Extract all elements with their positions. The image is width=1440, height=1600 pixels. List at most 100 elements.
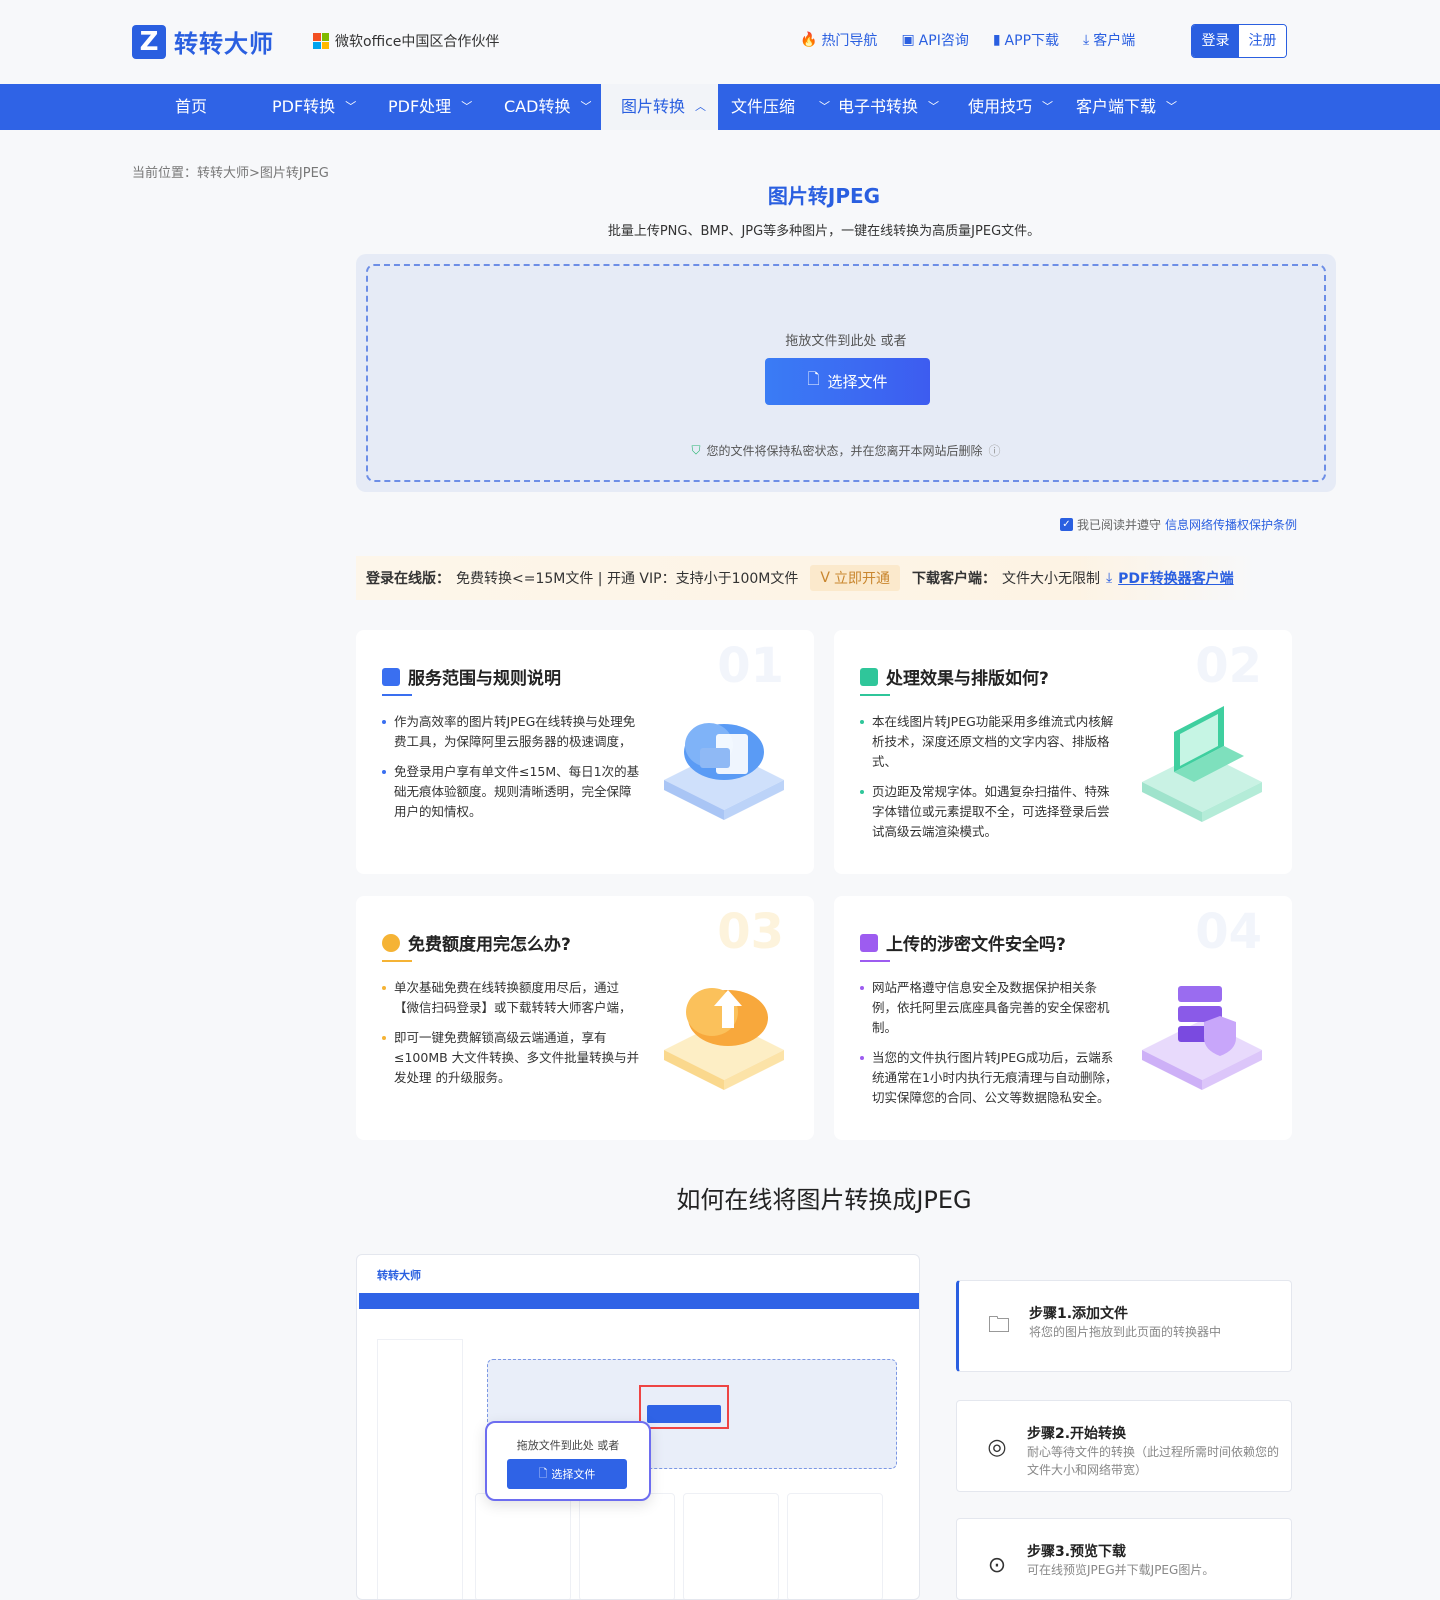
nav-pdf-convert[interactable]: PDF转换 ﹀ — [262, 84, 366, 130]
nav-file-compress[interactable]: 文件压缩 ﹀ — [721, 84, 840, 130]
chevron-down-icon: ﹀ — [580, 100, 592, 113]
card-title: 上传的涉密文件安全吗? — [860, 930, 1066, 955]
fire-icon: 🔥 — [800, 32, 818, 48]
howto-preview-image: 转转大师 拖放文件到此处 或者 🗋 选择文件 — [356, 1254, 920, 1600]
upload-area[interactable]: 拖放文件到此处 或者 🗋 选择文件 ⛉ 您的文件将保持私密状态，并在您离开本网站… — [356, 254, 1336, 492]
card-number: 04 — [1195, 904, 1262, 960]
nav-label: CAD转换 — [504, 97, 571, 116]
promo-text-client: 文件大小无限制 — [1001, 571, 1100, 587]
partner-badge: 微软office中国区合作伙伴 — [313, 31, 499, 51]
list-item: 本在线图片转JPEG功能采用多维流式内核解析技术，深度还原文档的文字内容、排版格… — [860, 712, 1120, 772]
nav-label: 客户端下载 — [1076, 97, 1157, 116]
card-title: 处理效果与排版如何? — [860, 664, 1049, 689]
agree-link[interactable]: 信息网络传播权保护条例 — [1165, 516, 1297, 533]
server-shield-illustration — [1132, 966, 1272, 1096]
promo-bar: 登录在线版： 免费转换<=15M文件 | 开通 VIP：支持小于100M文件 V… — [356, 556, 1256, 600]
card-list: 单次基础免费在线转换额度用尽后，通过【微信扫码登录】或下载转转大师客户端， 即可… — [382, 978, 642, 1098]
step-desc: 耐心等待文件的转换（此过程所需时间依赖您的文件大小和网络带宽） — [1027, 1445, 1280, 1477]
agree-text: 我已阅读并遵守 — [1077, 518, 1162, 532]
card-list: 本在线图片转JPEG功能采用多维流式内核解析技术，深度还原文档的文字内容、排版格… — [860, 712, 1120, 852]
site-logo[interactable]: Z 转转大师 — [132, 24, 274, 59]
nav-cad-convert[interactable]: CAD转换 ﹀ — [494, 84, 601, 130]
list-item: 免登录用户享有单文件≤15M、每日1次的基础无痕体验额度。规则清晰透明，完全保障… — [382, 762, 642, 822]
chevron-down-icon: ﹀ — [928, 100, 940, 113]
card-underline — [860, 960, 890, 962]
choose-file-button[interactable]: 🗋 选择文件 — [765, 358, 930, 405]
preview-card — [475, 1493, 571, 1599]
preview-card — [683, 1493, 779, 1599]
nav-tips[interactable]: 使用技巧 ﹀ — [958, 84, 1063, 130]
list-item: 单次基础免费在线转换额度用尽后，通过【微信扫码登录】或下载转转大师客户端， — [382, 978, 642, 1018]
step-desc: 将您的图片拖放到此页面的转换器中 — [1029, 1325, 1222, 1339]
cloud-upload-illustration — [654, 966, 794, 1096]
logo-mark-icon: Z — [132, 24, 166, 59]
auth-buttons: 登录 注册 — [1191, 24, 1287, 58]
preview-download-icon: ⊙ — [987, 1552, 1007, 1578]
folder-icon: 🗀 — [987, 1313, 1010, 1338]
client-link[interactable]: ⤓ 客户端 — [1083, 30, 1135, 50]
lightbulb-icon — [382, 933, 400, 952]
laptop-illustration — [1132, 700, 1272, 830]
document-icon — [382, 667, 400, 686]
drop-zone[interactable]: 拖放文件到此处 或者 🗋 选择文件 ⛉ 您的文件将保持私密状态，并在您离开本网站… — [366, 264, 1326, 482]
app-download-link[interactable]: ▮ APP下载 — [993, 30, 1059, 50]
site-header: Z 转转大师 微软office中国区合作伙伴 🔥 热门导航 ▣ API咨询 ▮ APP… — [0, 0, 1440, 84]
preview-popup: 拖放文件到此处 或者 🗋 选择文件 — [485, 1421, 651, 1501]
partner-text: 微软office中国区合作伙伴 — [335, 34, 500, 50]
nav-image-convert[interactable]: 图片转换 ︿ — [601, 84, 718, 130]
card-title: 免费额度用完怎么办? — [382, 930, 571, 955]
preview-header: 转转大师 — [357, 1255, 919, 1291]
howto-title: 如何在线将图片转换成JPEG — [676, 1186, 972, 1214]
microsoft-icon — [313, 33, 329, 49]
chevron-down-icon: ﹀ — [1042, 100, 1054, 113]
nav-ebook-convert[interactable]: 电子书转换 ﹀ — [828, 84, 949, 130]
card-underline — [860, 694, 890, 696]
card-underline — [382, 960, 412, 962]
card-number: 01 — [717, 638, 784, 694]
preview-cards — [475, 1493, 905, 1599]
api-link[interactable]: ▣ API咨询 — [901, 30, 968, 50]
nav-label: PDF处理 — [388, 97, 452, 116]
hot-nav-label: 热门导航 — [821, 33, 878, 49]
logo-text: 转转大师 — [174, 30, 274, 58]
nav-home[interactable]: 首页 — [165, 84, 217, 130]
list-item: 页边距及常规字体。如遇复杂扫描件、特殊字体错位或元素提取不全，可选择登录后尝试高… — [860, 782, 1120, 842]
step-add-file[interactable]: 🗀 步骤1.添加文件 将您的图片拖放到此页面的转换器中 — [956, 1280, 1292, 1372]
preview-drop-text: 拖放文件到此处 或者 — [516, 1439, 620, 1452]
card-title-text: 服务范围与规则说明 — [408, 669, 561, 689]
agree-checkbox[interactable]: ✓ — [1060, 518, 1073, 531]
layout-icon — [860, 667, 878, 686]
chevron-up-icon: ︿ — [695, 100, 707, 113]
app-label: APP下载 — [1004, 33, 1060, 49]
shield-icon: ⛉ — [691, 443, 701, 457]
privacy-note: ⛉ 您的文件将保持私密状态，并在您离开本网站后删除 ⓘ — [368, 442, 1324, 459]
nav-pdf-process[interactable]: PDF处理 ﹀ — [378, 84, 482, 130]
page-subtitle: 批量上传PNG、BMP、JPG等多种图片，一键在线转换为高质量JPEG文件。 — [607, 224, 1041, 239]
nav-label: PDF转换 — [272, 97, 336, 116]
list-item: 即可一键免费解锁高级云端通道，享有≤100MB 大文件转换、多文件批量转换与并发… — [382, 1028, 642, 1088]
info-icon[interactable]: ⓘ — [989, 442, 1001, 459]
breadcrumb: 当前位置：转转大师>图片转JPEG — [132, 166, 329, 181]
nav-client-download[interactable]: 客户端下载 ﹀ — [1066, 84, 1187, 130]
nav-label: 使用技巧 — [968, 97, 1033, 116]
card-title-text: 处理效果与排版如何? — [886, 669, 1049, 689]
list-item: 作为高效率的图片转JPEG在线转换与处理免费工具，为保障阿里云服务器的极速调度， — [382, 712, 642, 752]
choose-file-label: 选择文件 — [827, 373, 888, 391]
card-underline — [382, 694, 412, 696]
card-title-text: 免费额度用完怎么办? — [408, 935, 571, 955]
vip-button[interactable]: V 立即开通 — [810, 565, 900, 591]
step-title: 步骤3.预览下载 — [1027, 1544, 1127, 1560]
client-download-link[interactable]: PDF转换器客户端 — [1118, 568, 1233, 588]
step-title: 步骤2.开始转换 — [1027, 1426, 1127, 1442]
main-nav: 首页 PDF转换 ﹀ PDF处理 ﹀ CAD转换 ﹀ 图片转换 ︿ 文件压缩 ﹀ 电子书转… — [0, 84, 1440, 130]
nav-label: 文件压缩 — [731, 97, 796, 116]
step-convert[interactable]: ◎ 步骤2.开始转换 耐心等待文件的转换（此过程所需时间依赖您的文件大小和网络带… — [956, 1400, 1292, 1492]
chevron-down-icon: ﹀ — [1166, 100, 1178, 113]
login-button[interactable]: 登录 — [1192, 25, 1239, 57]
info-card: 02 处理效果与排版如何? 本在线图片转JPEG功能采用多维流式内核解析技术，深… — [834, 630, 1292, 874]
nav-label: 电子书转换 — [838, 97, 919, 116]
hot-nav-link[interactable]: 🔥 热门导航 — [800, 30, 877, 50]
page-title: 图片转JPEG — [767, 184, 881, 208]
register-button[interactable]: 注册 — [1239, 25, 1286, 57]
step-download[interactable]: ⊙ 步骤3.预览下载 可在线预览JPEG并下载JPEG图片。 — [956, 1518, 1292, 1600]
